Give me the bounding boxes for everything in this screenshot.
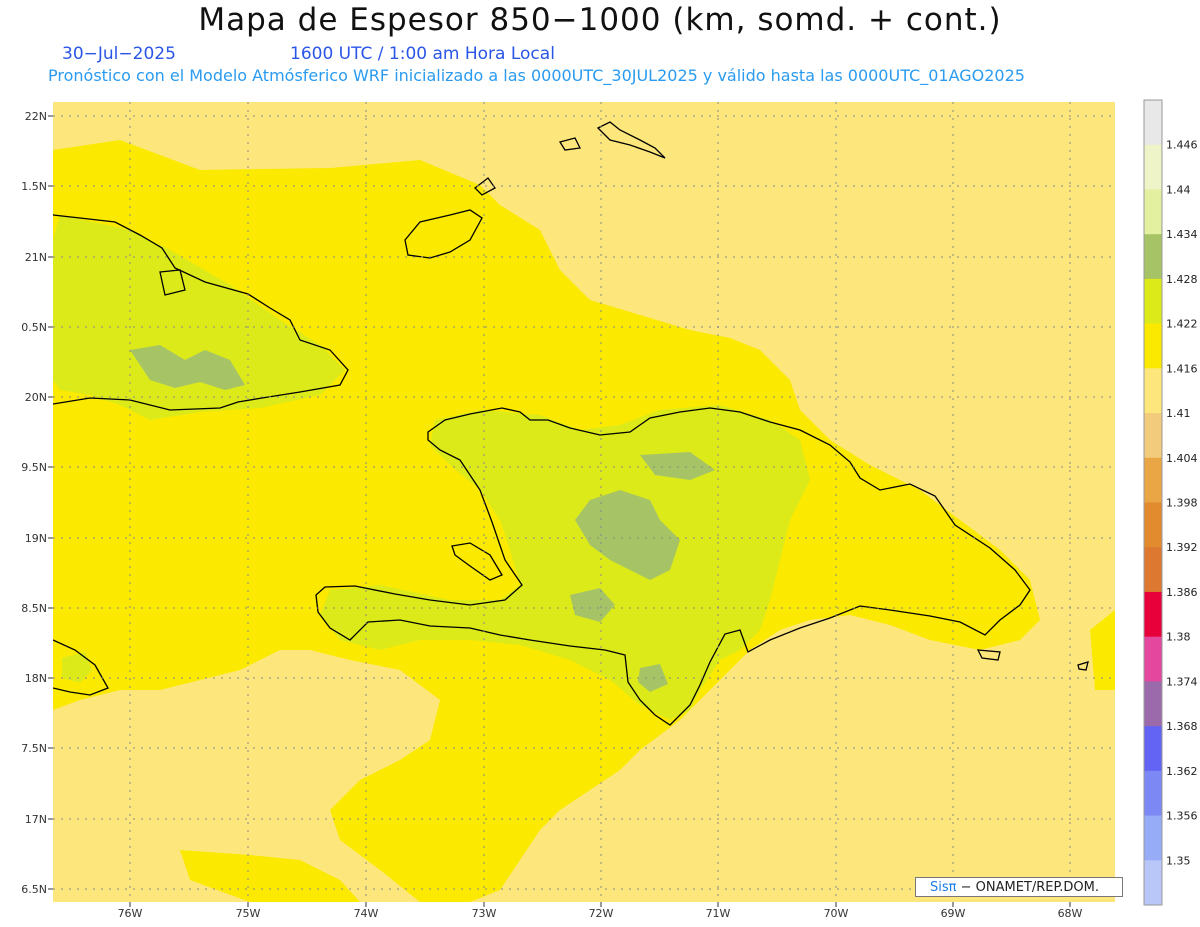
colorbar-swatch — [1144, 591, 1162, 638]
map-fill — [53, 102, 1115, 902]
lat-label: 9.5N — [21, 461, 47, 474]
lon-label: 69W — [941, 907, 966, 920]
credit-box: Sisπ − ONAMET/REP.DOM. — [915, 877, 1123, 897]
colorbar-swatch — [1144, 726, 1162, 772]
lon-labels: 76W 75W 74W 73W 72W 71W 70W 69W 68W — [118, 907, 1083, 920]
lon-label: 76W — [118, 907, 143, 920]
colorbar-label: 1.35 — [1166, 854, 1191, 867]
lat-label: 0.5N — [21, 321, 47, 334]
lat-label: 8.5N — [21, 602, 47, 615]
lat-label: 21N — [25, 251, 47, 264]
credit-logo: Sisπ — [930, 880, 957, 895]
colorbar-label: 1.404 — [1166, 452, 1198, 465]
colorbar-swatch — [1144, 144, 1162, 190]
colorbar-label: 1.362 — [1166, 765, 1198, 778]
colorbar-swatch — [1144, 189, 1162, 235]
valid-date: 30−Jul−2025 — [62, 44, 176, 64]
coastline-cuba-west-notch — [53, 213, 54, 215]
colorbar-label: 1.368 — [1166, 720, 1198, 733]
colorbar-label: 1.386 — [1166, 586, 1198, 599]
colorbar-swatch — [1144, 234, 1162, 280]
forecast-description: Pronóstico con el Modelo Atmósferico WRF… — [48, 66, 1025, 85]
lat-label: 20N — [25, 391, 47, 404]
lat-label: 19N — [25, 532, 47, 545]
lon-label: 72W — [589, 907, 614, 920]
lat-label: 7.5N — [21, 742, 47, 755]
lon-label: 70W — [824, 907, 849, 920]
map-title: Mapa de Espesor 850−1000 (km, somd. + co… — [198, 2, 1002, 38]
colorbar-label: 1.398 — [1166, 497, 1198, 510]
colorbar-label: 1.44 — [1166, 183, 1191, 196]
thickness-map: 22N 1.5N 21N 0.5N 20N 9.5N 19N 8.5N 18N … — [21, 99, 1198, 920]
colorbar-label: 1.356 — [1166, 810, 1198, 823]
colorbar-label: 1.374 — [1166, 675, 1198, 688]
colorbar-swatch — [1144, 502, 1162, 548]
colorbar: 1.446 1.44 1.434 1.428 1.422 1.416 1.41 1.404 1.… — [1143, 99, 1198, 906]
lat-label: 17N — [25, 813, 47, 826]
lat-labels: 22N 1.5N 21N 0.5N 20N 9.5N 19N 8.5N 18N … — [21, 110, 47, 896]
lat-label: 6.5N — [21, 883, 47, 896]
lat-label: 22N — [25, 110, 47, 123]
lon-label: 73W — [472, 907, 497, 920]
colorbar-swatch — [1144, 860, 1162, 906]
colorbar-swatch — [1144, 368, 1162, 414]
valid-time: 1600 UTC / 1:00 am Hora Local — [290, 44, 555, 64]
colorbar-swatch — [1144, 457, 1162, 503]
colorbar-label: 1.392 — [1166, 541, 1198, 554]
colorbar-swatch — [1144, 547, 1162, 593]
lon-label: 71W — [706, 907, 731, 920]
colorbar-label: 1.38 — [1166, 631, 1191, 644]
colorbar-swatch — [1144, 413, 1162, 459]
lon-label: 74W — [354, 907, 379, 920]
lat-label: 18N — [25, 672, 47, 685]
colorbar-label: 1.446 — [1166, 139, 1198, 152]
colorbar-label: 1.434 — [1166, 228, 1198, 241]
colorbar-swatch — [1144, 815, 1162, 861]
lat-label: 1.5N — [21, 180, 47, 193]
colorbar-label: 1.416 — [1166, 362, 1198, 375]
colorbar-swatch — [1144, 323, 1162, 369]
colorbar-swatch — [1144, 681, 1162, 727]
credit-org: − ONAMET/REP.DOM. — [956, 880, 1100, 895]
colorbar-swatch — [1144, 636, 1162, 682]
lon-label: 68W — [1058, 907, 1083, 920]
colorbar-label: 1.41 — [1166, 407, 1191, 420]
lat-ticks — [48, 115, 53, 890]
colorbar-swatch — [1144, 100, 1162, 146]
colorbar-label: 1.428 — [1166, 273, 1198, 286]
colorbar-swatch — [1144, 770, 1162, 817]
colorbar-swatch — [1144, 278, 1162, 325]
lon-label: 75W — [236, 907, 261, 920]
colorbar-label: 1.422 — [1166, 318, 1198, 331]
